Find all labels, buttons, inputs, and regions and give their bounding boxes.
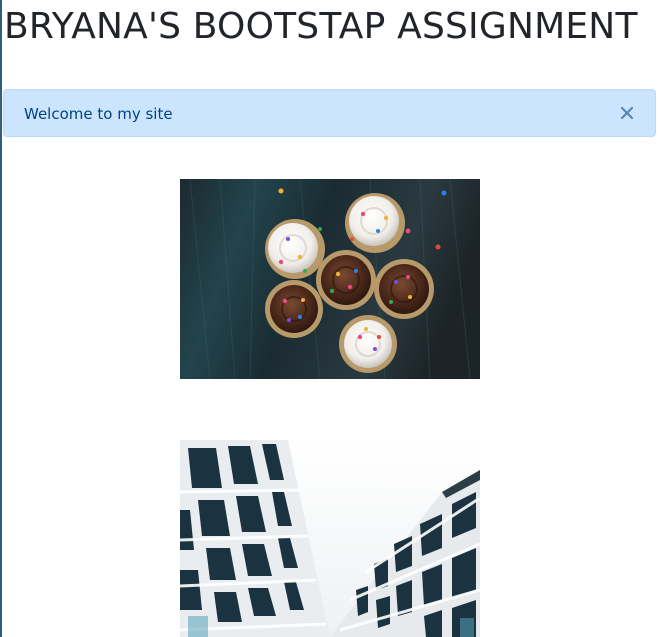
alert-close-button[interactable] — [615, 101, 639, 125]
page-title: BRYANA'S BOOTSTAP ASSIGNMENT — [4, 6, 638, 47]
page-left-border — [0, 0, 2, 637]
cupcakes-image — [180, 179, 480, 379]
welcome-alert: Welcome to my site — [3, 89, 656, 137]
close-icon — [620, 106, 634, 120]
alert-message: Welcome to my site — [24, 105, 173, 123]
building-image — [180, 440, 480, 637]
